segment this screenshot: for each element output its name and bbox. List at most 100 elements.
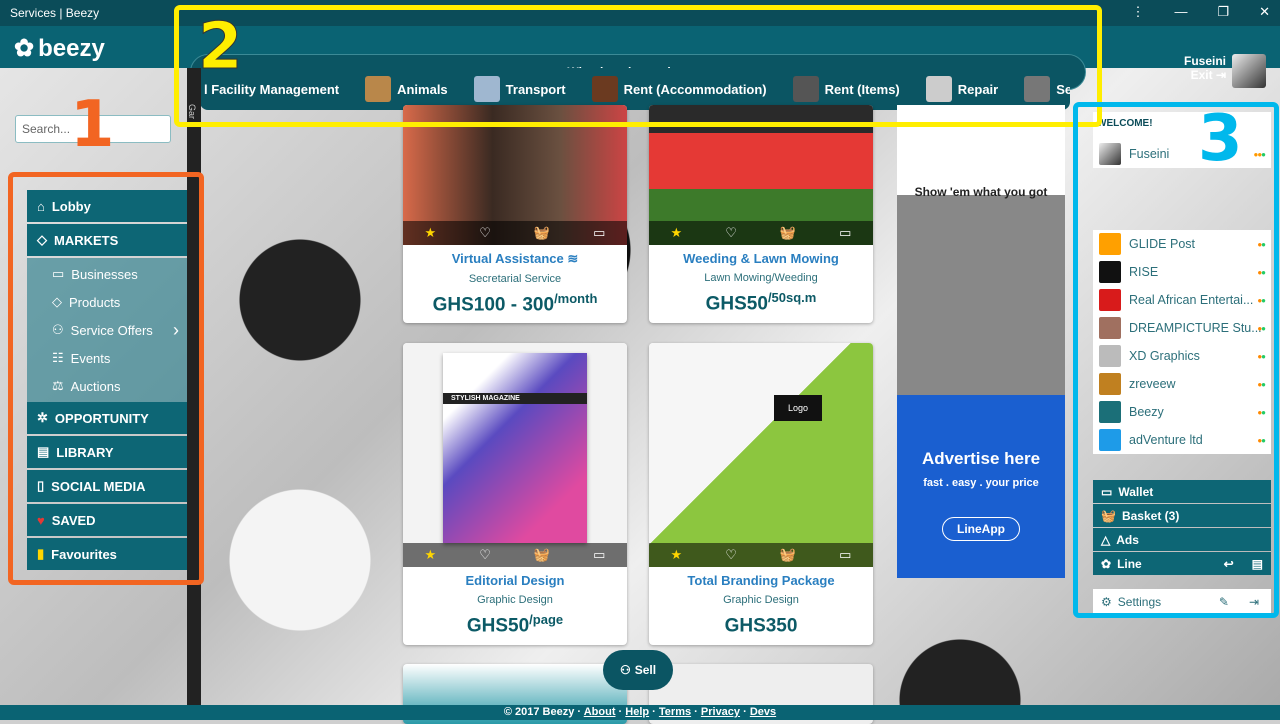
category-rent-accommodation[interactable]: Rent (Accommodation) bbox=[591, 76, 767, 102]
service-card[interactable]: ★ ♡ 🧺 ▭ Weeding & Lawn Mowing Lawn Mowing/W… bbox=[649, 105, 873, 323]
star-icon[interactable]: ★ bbox=[425, 225, 437, 241]
message-icon[interactable]: ▤ bbox=[1252, 557, 1263, 571]
category-repair[interactable]: Repair bbox=[925, 76, 998, 102]
category-transport[interactable]: Transport bbox=[473, 76, 566, 102]
card-price: GHS100 - 300/month bbox=[432, 291, 598, 316]
card-title[interactable]: Virtual Assistance ≋ bbox=[403, 251, 627, 267]
wallet-icon[interactable]: ▭ bbox=[593, 547, 605, 563]
account-item[interactable]: GLIDE Post ●● bbox=[1093, 230, 1271, 258]
current-user[interactable]: Fuseini ●●● bbox=[1093, 140, 1271, 168]
account-item[interactable]: adVenture ltd ●● bbox=[1093, 426, 1271, 454]
status-dots: ●● bbox=[1257, 379, 1266, 389]
footer-link-privacy[interactable]: Privacy bbox=[701, 706, 740, 718]
library-icon: ▤ bbox=[37, 444, 50, 459]
basket-button[interactable]: 🧺 Basket (3) bbox=[1093, 504, 1271, 527]
user-menu[interactable]: Fuseini Exit ⇥ bbox=[1184, 54, 1266, 88]
minimize-button[interactable]: — bbox=[1174, 4, 1187, 20]
wallet-icon[interactable]: ▭ bbox=[593, 225, 605, 241]
service-card[interactable]: STYLISH MAGAZINE ★ ♡ 🧺 ▭ Editorial Design G… bbox=[403, 343, 627, 645]
account-logo bbox=[1099, 373, 1121, 395]
advertisement[interactable]: Show 'em what you got Advertise here fas… bbox=[897, 105, 1065, 578]
basket-icon[interactable]: 🧺 bbox=[534, 547, 550, 563]
card-title[interactable]: Weeding & Lawn Mowing bbox=[649, 251, 873, 266]
status-dots: ●● bbox=[1257, 295, 1266, 305]
category-servicing[interactable]: Servicin bbox=[1024, 76, 1070, 102]
star-icon[interactable]: ★ bbox=[671, 225, 683, 241]
account-item[interactable]: zreveew ●● bbox=[1093, 370, 1271, 398]
close-button[interactable]: ✕ bbox=[1259, 4, 1270, 20]
wallet-icon[interactable]: ▭ bbox=[839, 225, 851, 241]
heart-icon[interactable]: ♡ bbox=[479, 225, 491, 241]
heart-icon[interactable]: ♡ bbox=[725, 547, 737, 563]
wallet-icon[interactable]: ▭ bbox=[839, 547, 851, 563]
collapsed-panel-strip[interactable]: Gar bbox=[187, 68, 201, 708]
heart-icon: ♥ bbox=[37, 512, 45, 528]
gavel-icon: ⚖ bbox=[52, 378, 64, 393]
magazine-cover: STYLISH MAGAZINE bbox=[443, 353, 587, 543]
exit-icon[interactable]: ⇥ bbox=[1249, 595, 1259, 609]
account-item[interactable]: Real African Entertai... ●● bbox=[1093, 286, 1271, 314]
menu-icon[interactable]: ⋮ bbox=[1131, 4, 1144, 20]
wallet-button[interactable]: ▭ Wallet bbox=[1093, 480, 1271, 503]
sidebar-item-businesses[interactable]: ▭ Businesses bbox=[27, 260, 187, 288]
sidebar-item-events[interactable]: ☷ Events bbox=[27, 344, 187, 372]
account-item[interactable]: DREAMPICTURE Stu... ●● bbox=[1093, 314, 1271, 342]
card-title[interactable]: Total Branding Package bbox=[649, 573, 873, 588]
heart-icon[interactable]: ♡ bbox=[725, 225, 737, 241]
sidebar-item-service-offers[interactable]: ⚇ Service Offers › bbox=[27, 316, 187, 344]
sell-button[interactable]: ⚇ Sell bbox=[603, 650, 673, 690]
sidebar-item-social-media[interactable]: ▯ SOCIAL MEDIA bbox=[27, 470, 187, 502]
account-item[interactable]: RISE ●● bbox=[1093, 258, 1271, 286]
account-name: adVenture ltd bbox=[1129, 433, 1203, 447]
ads-button[interactable]: △ Ads bbox=[1093, 528, 1271, 551]
star-icon[interactable]: ★ bbox=[425, 547, 437, 563]
maximize-button[interactable]: ❐ bbox=[1217, 4, 1229, 20]
basket-icon[interactable]: 🧺 bbox=[780, 225, 796, 241]
basket-icon[interactable]: 🧺 bbox=[780, 547, 796, 563]
reply-icon[interactable]: ↩ bbox=[1224, 557, 1234, 571]
service-card[interactable]: Logo ★ ♡ 🧺 ▭ Total Branding Package Graphic… bbox=[649, 343, 873, 645]
basket-icon[interactable]: 🧺 bbox=[534, 225, 550, 241]
footer: © 2017 Beezy · About · Help · Terms · Pr… bbox=[0, 705, 1280, 720]
status-dots: ●● bbox=[1257, 323, 1266, 333]
lineapp-button[interactable]: LineApp bbox=[942, 517, 1020, 541]
sidebar-item-favourites[interactable]: ▮ Favourites bbox=[27, 538, 187, 570]
tools-icon[interactable]: ✎ bbox=[1219, 595, 1229, 609]
heart-icon[interactable]: ♡ bbox=[479, 547, 491, 563]
account-logo bbox=[1099, 289, 1121, 311]
account-item[interactable]: XD Graphics ●● bbox=[1093, 342, 1271, 370]
sidebar-item-markets[interactable]: ◇ MARKETS bbox=[27, 224, 187, 256]
account-list: /*rows generated below*/ GLIDE Post●●RIS… bbox=[1093, 230, 1271, 454]
sidebar-item-products[interactable]: ◇ Products bbox=[27, 288, 187, 316]
footer-link-help[interactable]: Help bbox=[625, 706, 649, 718]
card-image: ★ ♡ 🧺 ▭ bbox=[649, 105, 873, 245]
sidebar-item-saved[interactable]: ♥ SAVED bbox=[27, 504, 187, 536]
category-animals[interactable]: Animals bbox=[365, 76, 448, 102]
sidebar-menu: ⌂ Lobby ◇ MARKETS ▭ Businesses ◇ Products ⚇ S… bbox=[27, 190, 187, 572]
ad-headline: Advertise here bbox=[921, 449, 1041, 468]
footer-link-devs[interactable]: Devs bbox=[750, 706, 776, 718]
footer-link-terms[interactable]: Terms bbox=[659, 706, 691, 718]
footer-link-about[interactable]: About bbox=[584, 706, 616, 718]
card-price: GHS50/page bbox=[466, 612, 564, 637]
account-item[interactable]: Beezy ●● bbox=[1093, 398, 1271, 426]
beezy-logo[interactable]: ✿ beezy bbox=[14, 34, 105, 63]
category-rent-items[interactable]: Rent (Items) bbox=[792, 76, 900, 102]
exit-button[interactable]: Exit ⇥ bbox=[1184, 68, 1226, 82]
sell-icon: ⚇ bbox=[619, 663, 631, 677]
repair-thumbnail bbox=[925, 76, 952, 102]
markets-submenu: ▭ Businesses ◇ Products ⚇ Service Offers › ☷… bbox=[27, 258, 187, 402]
avatar[interactable] bbox=[1232, 54, 1266, 88]
service-card[interactable]: ★ ♡ 🧺 ▭ Virtual Assistance ≋ Secretarial Se… bbox=[403, 105, 627, 323]
sidebar-item-auctions[interactable]: ⚖ Auctions bbox=[27, 372, 187, 400]
card-title[interactable]: Editorial Design bbox=[403, 573, 627, 588]
star-icon[interactable]: ★ bbox=[671, 547, 683, 563]
welcome-label: WELCOME! bbox=[1097, 118, 1153, 129]
settings-button[interactable]: ⚙ Settings ✎ ⇥ bbox=[1093, 589, 1271, 615]
sidebar-item-opportunity[interactable]: ✲ OPPORTUNITY bbox=[27, 402, 187, 434]
transport-thumbnail bbox=[473, 76, 500, 102]
sidebar-item-lobby[interactable]: ⌂ Lobby bbox=[27, 190, 187, 222]
sidebar-item-library[interactable]: ▤ LIBRARY bbox=[27, 436, 187, 468]
logo-text: beezy bbox=[38, 34, 105, 62]
line-button[interactable]: ✿ Line ↩ ▤ bbox=[1093, 552, 1271, 575]
